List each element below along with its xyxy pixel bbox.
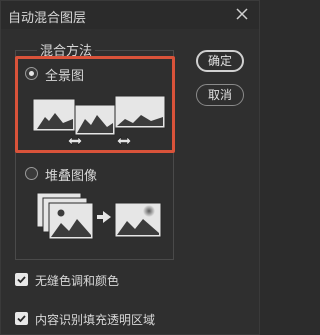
panorama-illustration-icon — [32, 95, 166, 146]
content-aware-fill-checkbox[interactable] — [15, 312, 28, 325]
cancel-button[interactable]: 取消 — [196, 84, 244, 106]
auto-blend-dialog: 自动混合图层 混合方法 全景图 堆叠图像 确定 取消 无缝色调和颜色 内容识别填… — [0, 0, 260, 335]
stack-images-illustration-icon — [36, 192, 162, 240]
stack-images-label[interactable]: 堆叠图像 — [45, 165, 97, 184]
seamless-tones-label[interactable]: 无缝色调和颜色 — [35, 272, 119, 289]
checkmark-icon — [17, 276, 26, 284]
panorama-label[interactable]: 全景图 — [45, 65, 84, 84]
ok-button[interactable]: 确定 — [196, 50, 244, 72]
stack-images-radio[interactable] — [25, 167, 38, 180]
panorama-radio[interactable] — [25, 67, 38, 80]
checkmark-icon — [17, 315, 26, 323]
dialog-title: 自动混合图层 — [8, 11, 87, 26]
title-bar: 自动混合图层 — [1, 1, 259, 29]
content-aware-fill-label[interactable]: 内容识别填充透明区域 — [35, 311, 155, 328]
close-icon[interactable] — [233, 5, 251, 23]
seamless-tones-checkbox[interactable] — [15, 273, 28, 286]
